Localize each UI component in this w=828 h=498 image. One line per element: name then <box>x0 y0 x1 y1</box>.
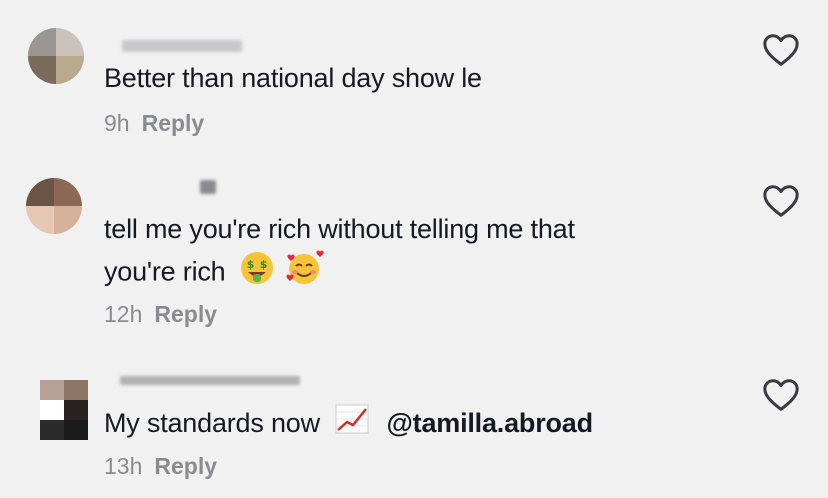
comment-meta: 12h Reply <box>104 299 217 329</box>
heart-outline-icon[interactable] <box>762 183 800 219</box>
username-redacted[interactable] <box>122 40 242 52</box>
comment-text: Better than national day show le <box>104 63 482 93</box>
avatar[interactable] <box>26 178 82 234</box>
comment-timestamp: 13h <box>104 453 143 479</box>
reply-button[interactable]: Reply <box>154 301 217 327</box>
comment-meta: 13h Reply <box>104 451 217 481</box>
comment-text-label: My standards now <box>104 408 320 438</box>
chart-increasing-icon <box>335 404 369 445</box>
mention-link[interactable]: @tamilla.abroad <box>387 408 594 438</box>
svg-text:$: $ <box>247 258 254 271</box>
smiling-face-with-hearts-icon <box>284 250 324 297</box>
heart-outline-icon[interactable] <box>762 32 800 68</box>
comment-meta: 9h Reply <box>104 108 204 138</box>
comment-item: tell me you're rich without telling me t… <box>0 160 828 340</box>
heart-outline-icon[interactable] <box>762 377 800 413</box>
reply-button[interactable]: Reply <box>154 453 217 479</box>
money-mouth-face-icon: $ $ <box>239 250 275 297</box>
comment-timestamp: 9h <box>104 110 130 136</box>
comment-item: My standards now @tamilla.abroad 13h Repl… <box>0 340 828 498</box>
comment-timestamp: 12h <box>104 301 143 327</box>
comment-text-line-2: you're rich $ $ <box>104 250 324 297</box>
comment-item: Better than national day show le 9h Reply <box>0 0 828 160</box>
username-redacted[interactable] <box>200 180 216 194</box>
avatar[interactable] <box>28 28 84 84</box>
avatar[interactable] <box>40 380 88 440</box>
comment-text-line-1: tell me you're rich without telling me t… <box>104 214 575 244</box>
svg-text:$: $ <box>260 258 267 271</box>
username-redacted[interactable] <box>120 376 300 385</box>
reply-button[interactable]: Reply <box>142 110 205 136</box>
comment-text: My standards now @tamilla.abroad <box>104 403 593 445</box>
comment-text-line-2-label: you're rich <box>104 256 226 287</box>
